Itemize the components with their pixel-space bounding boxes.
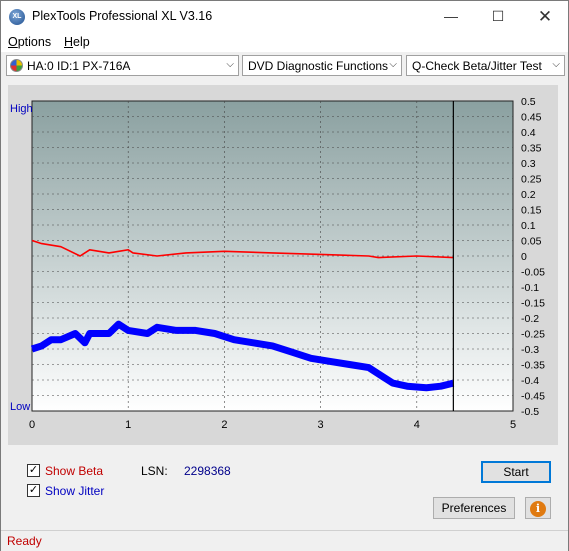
- y-tick-label: 0.3: [521, 158, 536, 170]
- minimize-button[interactable]: —: [428, 1, 474, 32]
- x-tick-label: 1: [125, 419, 131, 431]
- test-select[interactable]: Q-Check Beta/Jitter Test ⌵: [406, 55, 565, 76]
- y-tick-label: 0.45: [521, 112, 542, 124]
- chevron-down-icon: ⌵: [389, 59, 397, 70]
- disc-icon: [10, 59, 23, 72]
- x-tick-label: 4: [414, 419, 420, 431]
- show-jitter-label: Show Jitter: [45, 484, 105, 498]
- start-button[interactable]: Start: [481, 461, 551, 483]
- x-tick-label: 2: [221, 419, 227, 431]
- function-select[interactable]: DVD Diagnostic Functions ⌵: [242, 55, 402, 76]
- y-tick-label: 0.1: [521, 220, 536, 232]
- y-tick-label: -0.4: [521, 375, 539, 387]
- toolbar: HA:0 ID:1 PX-716A ⌵ DVD Diagnostic Funct…: [1, 53, 568, 79]
- y-tick-label: -0.15: [521, 298, 545, 310]
- show-beta-checkbox[interactable]: ✓: [27, 464, 40, 477]
- y-tick-label: 0.15: [521, 205, 542, 217]
- menu-options[interactable]: Options: [8, 35, 51, 49]
- y-tick-label: 0: [521, 251, 527, 263]
- window-title: PlexTools Professional XL V3.16: [32, 9, 213, 23]
- menu-help[interactable]: Help: [64, 35, 90, 49]
- app-logo-icon: XL: [9, 9, 25, 25]
- y-tick-label: -0.05: [521, 267, 545, 279]
- status-bar: Ready: [1, 530, 568, 551]
- y-tick-label: -0.45: [521, 391, 545, 403]
- lsn-value: 2298368: [184, 464, 231, 478]
- maximize-button[interactable]: ☐: [475, 1, 521, 32]
- y-axis: 0.5 0.45 0.4 0.35 0.3 0.25 0.2 0.15 0.1 0.05 0 -0.0…: [521, 96, 545, 418]
- y-tick-label: -0.35: [521, 360, 545, 372]
- y-tick-label: 0.35: [521, 143, 542, 155]
- y-tick-label: -0.5: [521, 406, 539, 418]
- y-tick-label: -0.3: [521, 344, 539, 356]
- y-tick-label: -0.2: [521, 313, 539, 325]
- chart-panel: High Low 0.5 0.45 0.4 0.35 0.3 0.25 0.2 0.15 0.1…: [8, 85, 558, 445]
- menu-bar: Options Help: [1, 32, 568, 52]
- y-tick-label: -0.25: [521, 329, 545, 341]
- y-tick-label: -0.1: [521, 282, 539, 294]
- low-label: Low: [10, 401, 30, 413]
- title-bar: XL PlexTools Professional XL V3.16 — ☐ ✕: [1, 1, 568, 32]
- info-icon: i: [530, 501, 546, 517]
- y-tick-label: 0.2: [521, 189, 536, 201]
- drive-select[interactable]: HA:0 ID:1 PX-716A ⌵: [6, 55, 239, 76]
- beta-jitter-chart: High Low 0.50.450.40.350.30.250.20.150.1…: [10, 96, 545, 431]
- x-axis: 0 1 2 3 4 5: [29, 419, 516, 431]
- high-label: High: [10, 103, 33, 115]
- y-tick-label: 0.4: [521, 127, 536, 139]
- chevron-down-icon: ⌵: [226, 59, 234, 70]
- controls-panel: ✓ Show Beta ✓ Show Jitter LSN: 2298368 S…: [8, 453, 558, 525]
- x-tick-label: 0: [29, 419, 35, 431]
- x-tick-label: 3: [318, 419, 324, 431]
- chevron-down-icon: ⌵: [552, 59, 560, 70]
- info-button[interactable]: i: [525, 497, 551, 519]
- preferences-button[interactable]: Preferences: [433, 497, 515, 519]
- y-tick-label: 0.25: [521, 174, 542, 186]
- x-tick-label: 5: [510, 419, 516, 431]
- status-text: Ready: [7, 534, 42, 548]
- show-beta-label: Show Beta: [45, 464, 104, 478]
- y-tick-label: 0.5: [521, 96, 536, 108]
- app-window: XL PlexTools Professional XL V3.16 — ☐ ✕…: [0, 0, 569, 551]
- close-button[interactable]: ✕: [522, 1, 568, 32]
- show-jitter-checkbox[interactable]: ✓: [27, 484, 40, 497]
- y-tick-label: 0.05: [521, 236, 542, 248]
- lsn-label: LSN:: [141, 464, 168, 478]
